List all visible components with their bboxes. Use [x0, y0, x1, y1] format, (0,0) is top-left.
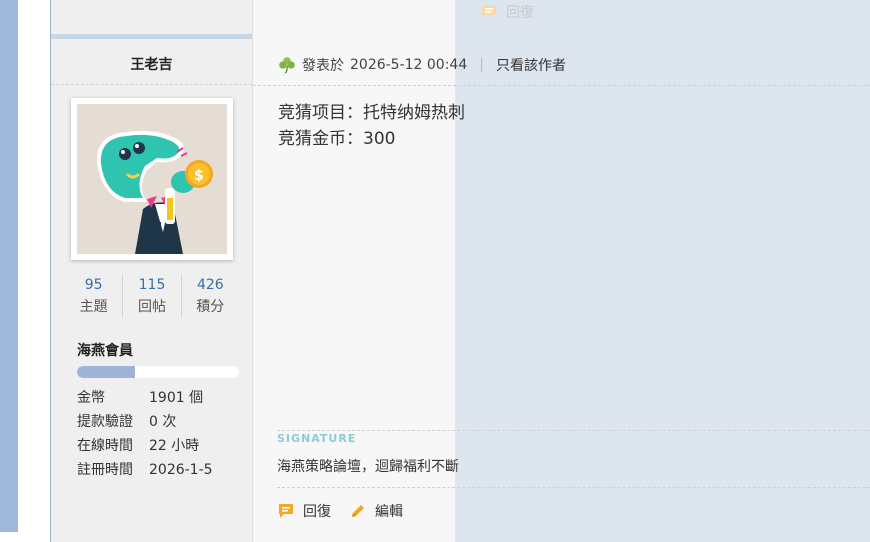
stat-number: 95: [84, 277, 103, 293]
sidebar-top-border: [51, 34, 252, 39]
post-main: 回復 發表於 2026-5-12 00:44 | 只看該作者 竞猜项目：托特纳姆…: [253, 0, 870, 542]
author-name[interactable]: 王老吉: [51, 54, 252, 74]
stat-threads[interactable]: 95 主題: [65, 274, 124, 318]
user-rank: 海燕會員: [77, 343, 133, 359]
info-value: 0 次: [149, 414, 177, 430]
page-gap: [18, 0, 50, 532]
info-key: 提款驗證: [77, 414, 133, 430]
reply-button[interactable]: 回復: [277, 501, 331, 521]
avatar[interactable]: $: [71, 98, 233, 260]
info-key: 金幣: [77, 390, 105, 406]
post-meta: 發表於 2026-5-12 00:44 | 只看該作者: [278, 55, 566, 75]
post-line: 竞猜项目：托特纳姆热刺: [278, 103, 465, 123]
post-meta-prefix: 發表於: [302, 58, 344, 74]
comment-icon: [480, 3, 498, 21]
rank-progress-bar: [77, 366, 239, 378]
prev-post-reply-button[interactable]: 回復: [480, 2, 534, 22]
rank-progress-fill: [77, 366, 136, 378]
divider: [277, 430, 870, 431]
post-content: 竞猜项目：托特纳姆热刺 竞猜金币：300: [278, 100, 465, 152]
user-info-list: 金幣 1901 個 提款驗證 0 次 在線時間 22 小時 註冊時間 2026-…: [77, 386, 213, 482]
info-value: 2026-1-5: [149, 462, 213, 478]
stat-label: 主題: [79, 299, 108, 315]
post-actions: 回復 編輯: [277, 501, 421, 521]
window-left-strip: [0, 0, 18, 532]
signature-label: SIGNATURE: [277, 432, 357, 445]
info-value: 22 小時: [149, 438, 200, 454]
info-row-online: 在線時間 22 小時: [77, 434, 213, 458]
user-stats: 95 主題 115 回帖 426 積分: [65, 274, 239, 318]
post-line: 竞猜金币：300: [278, 129, 396, 149]
stat-label: 回帖: [137, 299, 166, 315]
author-only-link[interactable]: 只看該作者: [496, 55, 566, 75]
divider: [277, 487, 870, 488]
svg-text:$: $: [194, 168, 204, 184]
author-sidebar: 王老吉 $ 95 主題 115 回帖 426 積分 海燕會員 金幣 1901 個…: [51, 0, 253, 542]
info-key: 註冊時間: [77, 462, 133, 478]
info-key: 在線時間: [77, 438, 133, 454]
signature-text: 海燕策略論壇，迴歸福利不斷: [277, 459, 459, 475]
crocodile-avatar-icon: $: [77, 104, 227, 254]
info-row-coins: 金幣 1901 個: [77, 386, 213, 410]
reply-label: 回復: [303, 504, 331, 520]
info-value: 1901 個: [149, 390, 204, 406]
pencil-icon: [349, 502, 367, 520]
reply-label: 回復: [506, 5, 534, 21]
edit-label: 編輯: [375, 504, 403, 520]
meta-separator: |: [479, 57, 484, 73]
stat-replies[interactable]: 115 回帖: [123, 274, 182, 318]
post-date: 2026-5-12 00:44: [350, 57, 468, 73]
edit-button[interactable]: 編輯: [349, 501, 403, 521]
info-row-registered: 註冊時間 2026-1-5: [77, 458, 213, 482]
info-row-withdraw: 提款驗證 0 次: [77, 410, 213, 434]
stat-label: 積分: [196, 299, 225, 315]
post-card: 王老吉 $ 95 主題 115 回帖 426 積分 海燕會員 金幣 1901 個…: [50, 0, 870, 542]
clover-icon: [278, 56, 296, 74]
stat-number: 115: [138, 277, 166, 293]
comment-icon: [277, 502, 295, 520]
avatar-image: $: [77, 104, 227, 254]
divider: [51, 84, 252, 85]
stat-number: 426: [196, 277, 224, 293]
divider: [253, 85, 870, 86]
stat-points[interactable]: 426 積分: [182, 274, 239, 318]
main-top-border: [455, 0, 870, 542]
